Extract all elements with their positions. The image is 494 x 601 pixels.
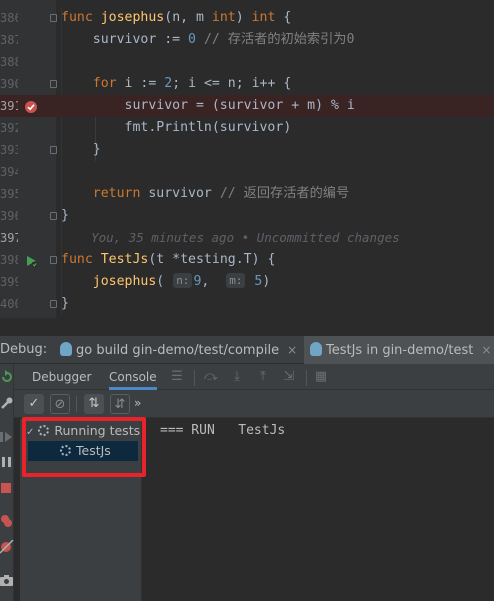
code-line-breakpoint[interactable]: 391 survivor = (survivor + m) % i xyxy=(0,95,494,117)
close-icon[interactable]: × xyxy=(287,343,297,357)
evaluate-expression-icon[interactable]: ▦ xyxy=(314,370,328,384)
code-text: } xyxy=(61,208,69,223)
line-number: 388 xyxy=(0,55,18,69)
line-number: 386 xyxy=(0,11,18,25)
code-text: func TestJs(t *testing.T) { xyxy=(61,252,276,267)
tree-item-label: Running tests xyxy=(54,423,141,438)
spinner-icon xyxy=(38,425,50,436)
line-number: 395 xyxy=(0,187,18,201)
code-line[interactable]: 394 xyxy=(0,161,494,183)
fold-marker-icon[interactable] xyxy=(50,212,57,220)
tree-item-testjs[interactable]: TestJs xyxy=(28,441,138,461)
toolbar-separator xyxy=(306,370,307,386)
more-actions-icon[interactable]: » xyxy=(134,396,141,410)
code-text: survivor = (survivor + m) % i xyxy=(61,98,355,113)
line-number: 387 xyxy=(0,33,18,47)
line-number: 396 xyxy=(0,209,18,223)
code-line[interactable]: 388 xyxy=(0,51,494,73)
code-line[interactable]: 398 func TestJs(t *testing.T) { xyxy=(0,249,494,271)
sort-by-duration-button[interactable]: ⇵ xyxy=(110,394,130,414)
sort-alphabetically-button[interactable]: ⇅ xyxy=(84,394,104,414)
wrench-icon[interactable] xyxy=(0,396,14,410)
show-passed-button[interactable]: ✓ xyxy=(24,394,44,414)
close-icon[interactable]: × xyxy=(481,343,491,357)
line-number: 390 xyxy=(0,77,18,91)
code-line[interactable]: 387 survivor := 0 // 存活者的初始索引为0 xyxy=(0,29,494,51)
code-text: survivor := 0 // 存活者的初始索引为0 xyxy=(61,32,355,47)
run-test-icon[interactable] xyxy=(24,254,38,268)
code-text: } xyxy=(61,296,69,311)
code-line[interactable]: 399 josephus( n:9, m: 5) xyxy=(0,271,494,293)
code-text: return survivor // 返回存活者的编号 xyxy=(92,186,350,201)
debug-subtabs: Debugger Console ☰ ⤼ ⤓ ⤒ ⇲ ▦ xyxy=(14,364,494,390)
chevron-down-icon[interactable]: ✓ xyxy=(26,427,34,438)
spinner-icon xyxy=(60,445,71,456)
view-breakpoints-icon[interactable] xyxy=(0,514,14,528)
step-over-icon[interactable]: ⤼ xyxy=(204,370,218,384)
fold-marker-icon[interactable] xyxy=(50,80,57,88)
tab-label: go build gin-demo/test/compile xyxy=(76,343,280,358)
resume-icon[interactable] xyxy=(0,430,14,444)
debug-title: Debug: xyxy=(0,342,48,357)
pause-icon[interactable] xyxy=(0,455,14,469)
code-lines: 386 func josephus(n, m int) int { 387 su… xyxy=(0,7,494,315)
go-gopher-icon xyxy=(60,342,72,356)
tab-console[interactable]: Console xyxy=(109,364,157,390)
fold-marker-icon[interactable] xyxy=(50,14,57,22)
line-number: 391 xyxy=(0,99,18,113)
tree-item-label: TestJs xyxy=(76,443,111,458)
go-test-icon xyxy=(310,342,322,356)
code-text: fmt.Println(survivor) xyxy=(61,120,292,135)
test-runner-toolbar: ✓ ⊘ ⇅ ⇵ » xyxy=(14,390,494,418)
tab-go-build[interactable]: go build gin-demo/test/compile × xyxy=(60,336,297,364)
mute-breakpoints-icon[interactable] xyxy=(0,540,14,554)
console-output[interactable]: === RUN TestJs xyxy=(142,419,494,601)
code-line[interactable]: 396 } xyxy=(0,205,494,227)
step-into-icon[interactable]: ⤓ xyxy=(230,370,244,384)
code-text: josephus( n: 9, m: 5) xyxy=(92,273,271,289)
run-to-cursor-icon[interactable]: ⇲ xyxy=(282,370,296,384)
tab-debugger[interactable]: Debugger xyxy=(32,364,91,390)
rerun-icon[interactable] xyxy=(0,370,14,384)
code-text: } xyxy=(61,142,101,157)
fold-marker-icon[interactable] xyxy=(50,300,57,308)
line-number: 398 xyxy=(0,253,18,267)
show-ignored-button[interactable]: ⊘ xyxy=(50,394,70,414)
toolbar-separator xyxy=(194,370,195,386)
debug-tool-window-header: Debug: go build gin-demo/test/compile × T… xyxy=(0,336,494,364)
line-number: 400 xyxy=(0,297,18,311)
camera-icon[interactable] xyxy=(0,573,14,587)
code-text: func josephus(n, m int) int { xyxy=(61,10,292,25)
code-line[interactable]: 386 func josephus(n, m int) int { xyxy=(0,7,494,29)
stop-icon[interactable] xyxy=(0,481,14,495)
line-number: 392 xyxy=(0,121,18,135)
toolbar-separator xyxy=(76,396,77,412)
test-results-tree[interactable]: ✓ Running tests TestJs xyxy=(20,419,142,601)
debug-left-toolbar xyxy=(0,364,14,601)
line-number: 393 xyxy=(0,143,18,157)
code-line[interactable]: 400 } xyxy=(0,293,494,315)
tab-testjs[interactable]: TestJs in gin-demo/test × xyxy=(304,336,494,364)
code-line[interactable]: 390 for i := 2; i <= n; i++ { xyxy=(0,73,494,95)
line-number: 397 xyxy=(0,231,18,245)
tab-label: TestJs in gin-demo/test xyxy=(326,343,474,358)
code-line-current[interactable]: 397 You, 35 minutes ago • Uncommitted ch… xyxy=(0,227,494,249)
line-number: 399 xyxy=(0,275,18,289)
code-text: for i := 2; i <= n; i++ { xyxy=(92,76,292,91)
breakpoint-icon[interactable] xyxy=(24,100,38,114)
fold-marker-icon[interactable] xyxy=(50,146,57,154)
code-editor[interactable]: 386 func josephus(n, m int) int { 387 su… xyxy=(0,0,494,318)
code-line[interactable]: 392 fmt.Println(survivor) xyxy=(0,117,494,139)
console-text: === RUN TestJs xyxy=(160,423,286,438)
line-number: 394 xyxy=(0,165,18,179)
code-line[interactable]: 393 } xyxy=(0,139,494,161)
step-out-icon[interactable]: ⤒ xyxy=(256,370,270,384)
fold-marker-icon[interactable] xyxy=(50,256,57,264)
code-line[interactable]: 395 return survivor // 返回存活者的编号 xyxy=(0,183,494,205)
tree-item-root[interactable]: ✓ Running tests xyxy=(20,421,142,441)
git-blame-annotation: You, 35 minutes ago • Uncommitted change… xyxy=(61,230,400,245)
menu-icon[interactable]: ☰ xyxy=(170,370,184,384)
